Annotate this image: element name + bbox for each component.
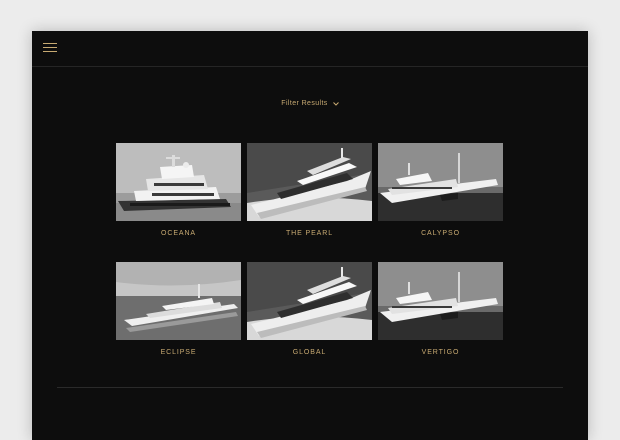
yacht-photo[interactable] [378,262,503,340]
app-window: Filter Results OCEANA THE PEARL CALYPSO … [32,31,588,440]
yacht-name[interactable]: THE PEARL [247,230,372,237]
yacht-card-calypso[interactable]: CALYPSO [378,143,503,237]
divider [57,387,563,388]
top-bar [32,31,588,67]
yacht-photo[interactable] [116,262,241,340]
yacht-card-eclipse[interactable]: ECLIPSE [116,262,241,356]
chevron-down-icon [332,101,339,106]
yacht-card-the-pearl[interactable]: THE PEARL [247,143,372,237]
yacht-name[interactable]: ECLIPSE [116,349,241,356]
yacht-photo[interactable] [247,262,372,340]
yacht-name[interactable]: VERTIGO [378,349,503,356]
yacht-name[interactable]: OCEANA [116,230,241,237]
yacht-card-oceana[interactable]: OCEANA [116,143,241,237]
filter-results-button[interactable]: Filter Results [281,100,339,107]
yacht-name[interactable]: CALYPSO [378,230,503,237]
yacht-photo[interactable] [378,143,503,221]
yacht-photo[interactable] [116,143,241,221]
hamburger-menu-icon[interactable] [43,43,57,53]
filter-results-label: Filter Results [281,100,328,107]
yacht-card-global[interactable]: GLOBAL [247,262,372,356]
yacht-card-vertigo[interactable]: VERTIGO [378,262,503,356]
yacht-photo[interactable] [247,143,372,221]
filter-bar: Filter Results [32,100,588,107]
yacht-name[interactable]: GLOBAL [247,349,372,356]
